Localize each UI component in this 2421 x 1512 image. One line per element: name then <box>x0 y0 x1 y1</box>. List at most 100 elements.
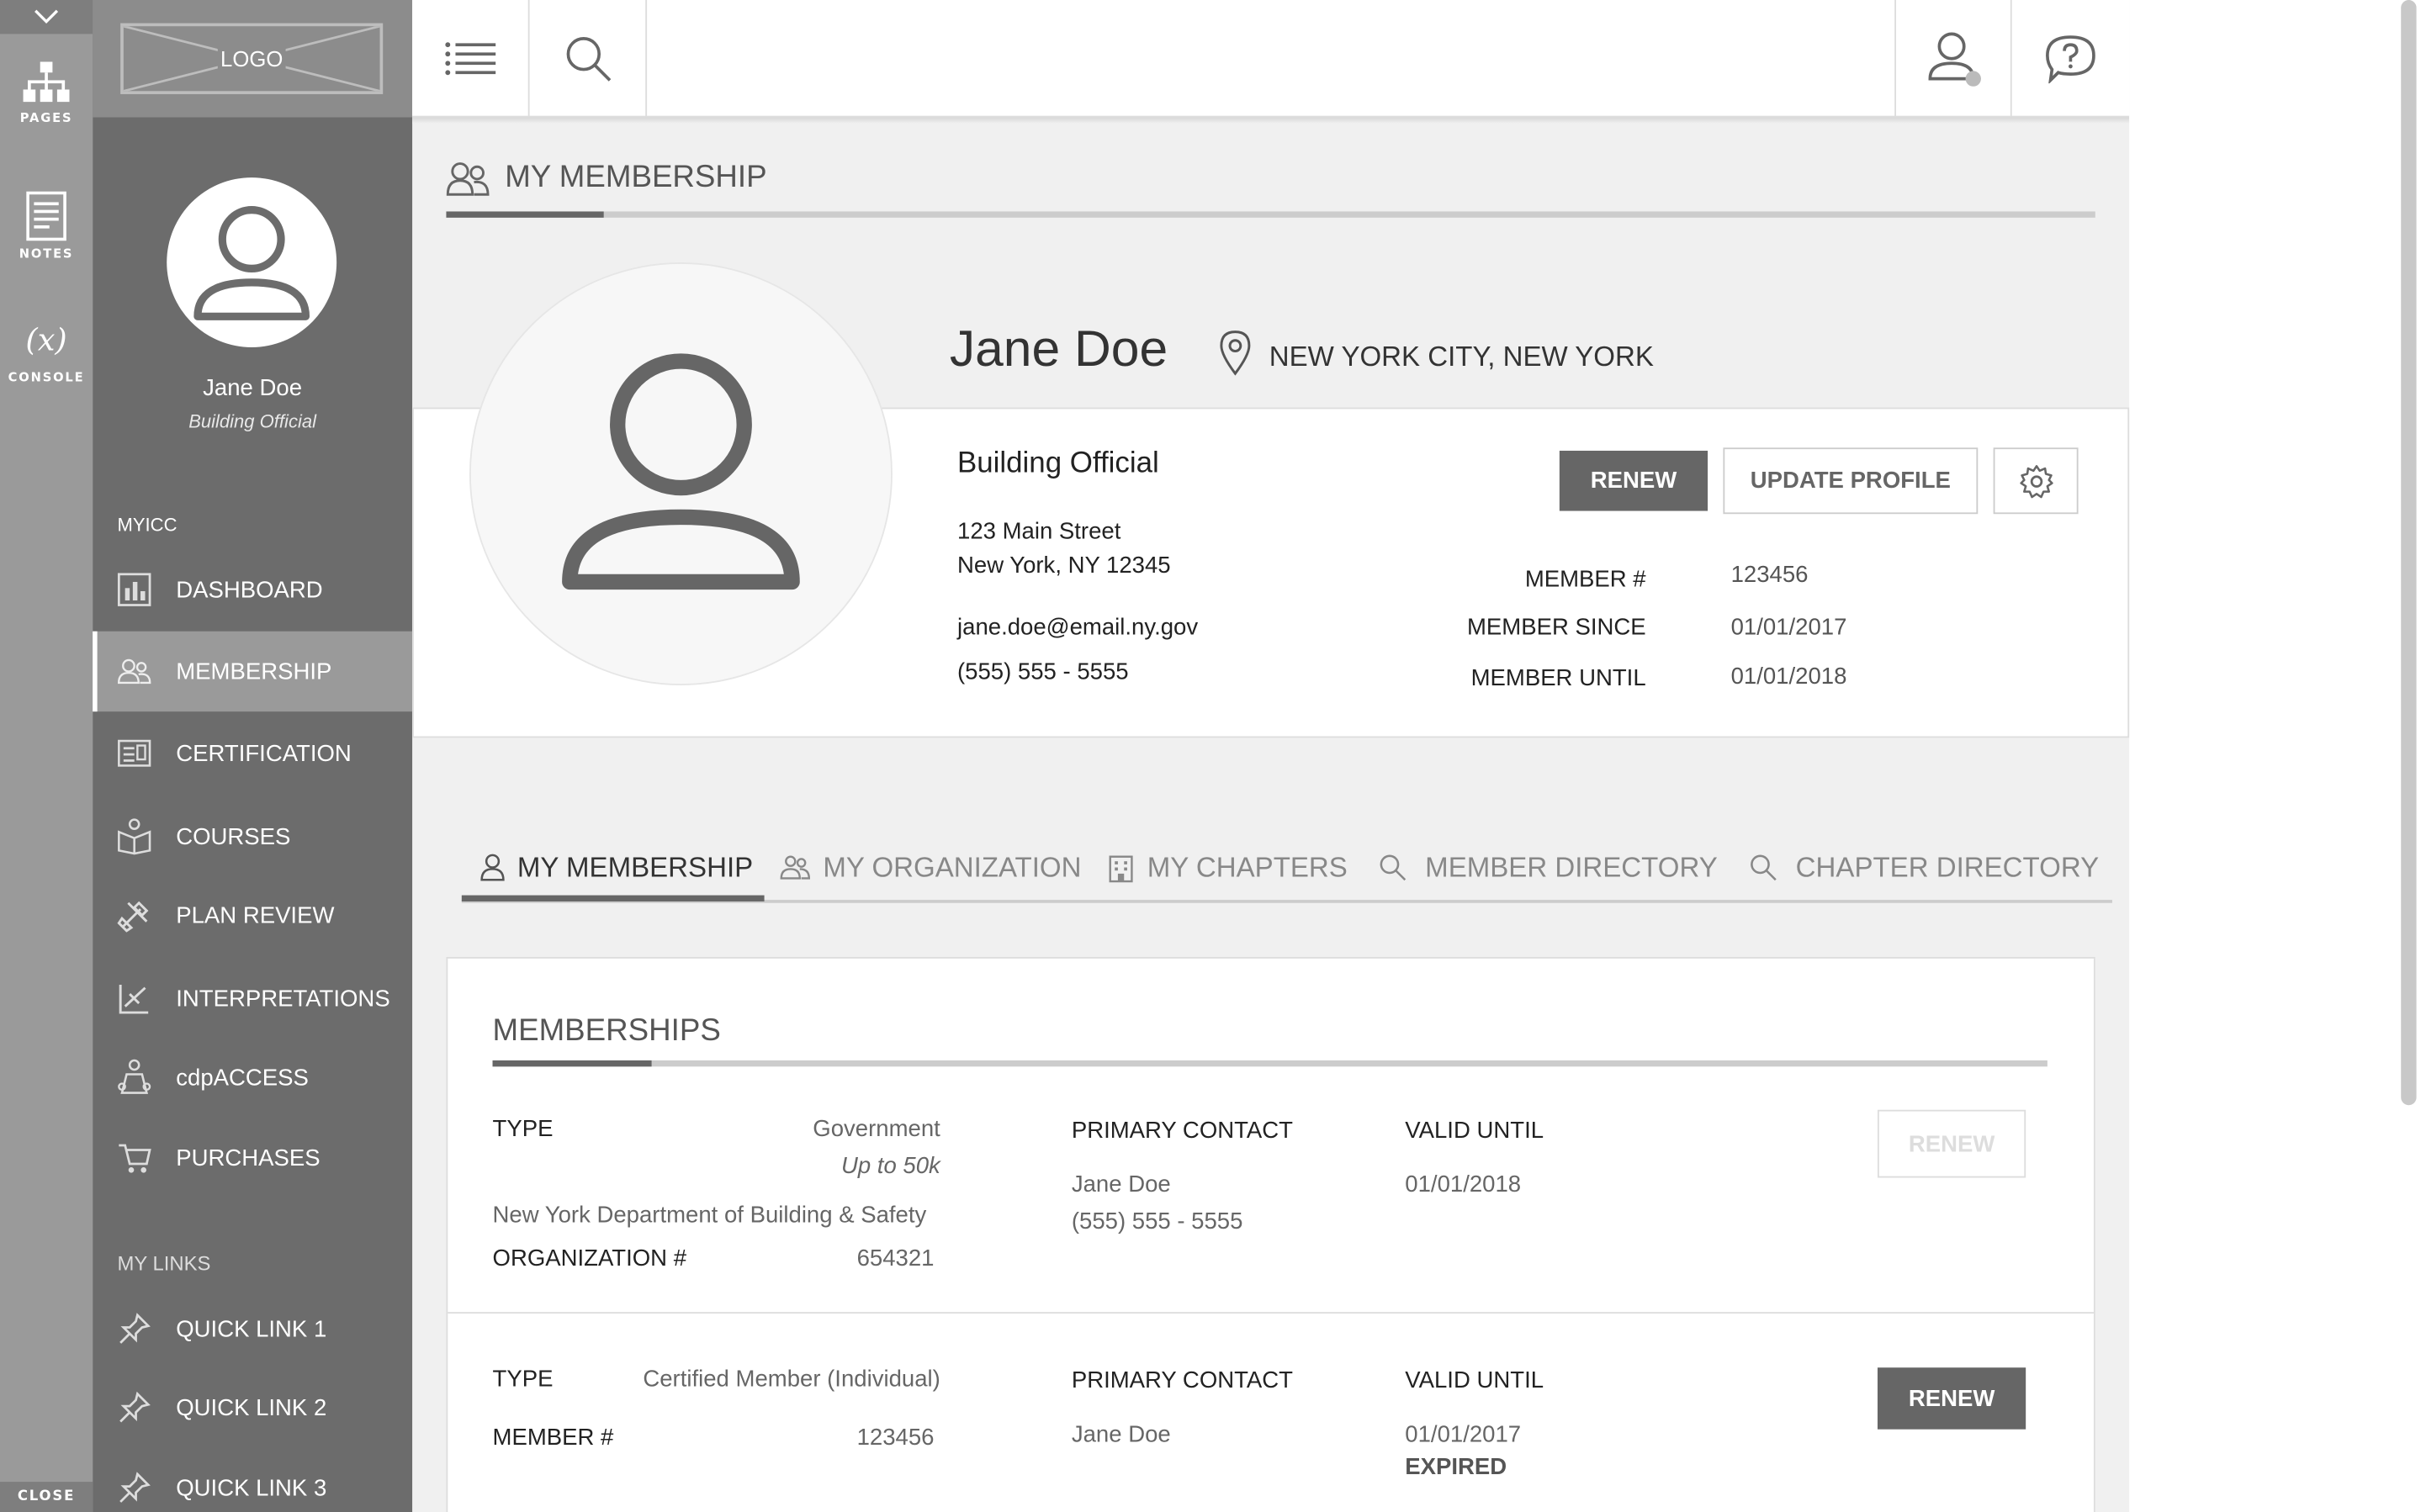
group-icon <box>780 855 811 880</box>
sidebar-item-dashboard[interactable]: DASHBOARD <box>93 549 412 629</box>
pin-icon <box>117 1391 151 1425</box>
sidebar-item-label: PLAN REVIEW <box>176 901 335 929</box>
type-label: TYPE <box>492 1366 554 1393</box>
tab-label: MY MEMBERSHIP <box>517 851 754 882</box>
interpretations-icon <box>117 981 151 1015</box>
gear-icon <box>2019 464 2053 498</box>
notes-tool[interactable]: NOTES <box>0 191 93 262</box>
sidebar-item-cdpaccess[interactable]: cdpACCESS <box>93 1037 412 1117</box>
scrollbar[interactable] <box>2401 0 2417 1106</box>
profile-name: Jane Doe <box>949 319 1168 377</box>
page-title-underline <box>446 211 2095 218</box>
page-header: MY MEMBERSHIP <box>446 161 2095 196</box>
sitemap-icon <box>23 61 70 103</box>
sidebar-item-courses[interactable]: COURSES <box>93 796 412 876</box>
cart-icon <box>117 1140 151 1174</box>
list-menu-icon <box>445 42 496 76</box>
sidebar-avatar[interactable] <box>167 177 337 347</box>
notes-label: NOTES <box>19 246 74 262</box>
nav-section-myicc: MYICC <box>117 514 177 536</box>
update-profile-button[interactable]: UPDATE PROFILE <box>1723 447 1979 515</box>
memberships-title-underline <box>492 1060 2048 1067</box>
member-since-label: MEMBER SINCE <box>1466 614 1646 641</box>
pin-icon <box>117 1312 151 1345</box>
courses-icon <box>117 818 151 855</box>
sidebar-item-label: QUICK LINK 1 <box>176 1315 327 1342</box>
renew-button[interactable]: RENEW <box>1877 1367 2026 1430</box>
renew-button[interactable]: RENEW <box>1559 450 1708 511</box>
type-value: Certified Member (Individual) <box>643 1366 940 1393</box>
organization-number-label: ORGANIZATION # <box>492 1245 687 1272</box>
sidebar-user-name: Jane Doe <box>203 375 303 402</box>
chevron-down-icon <box>34 9 59 24</box>
profile-title: Building Official <box>957 447 1159 480</box>
type-value: Government <box>813 1116 940 1143</box>
search-button[interactable] <box>530 0 647 117</box>
sidebar-user-role: Building Official <box>188 410 317 432</box>
type-subvalue: Up to 50k <box>840 1153 940 1180</box>
renew-button-disabled[interactable]: RENEW <box>1877 1109 2026 1178</box>
sidebar-item-label: DASHBOARD <box>176 576 323 603</box>
sidebar-item-label: INTERPRETATIONS <box>176 985 390 1012</box>
address-line-2: New York, NY 12345 <box>957 552 1171 579</box>
topbar-shadow <box>412 117 2130 124</box>
member-until-value: 01/01/2018 <box>1730 663 1847 690</box>
page-title: MY MEMBERSHIP <box>505 160 767 195</box>
membership-icon <box>117 654 151 688</box>
logo-text: LOGO <box>217 46 286 71</box>
member-number-value: 123456 <box>1730 562 1809 589</box>
dashboard-icon <box>117 573 151 606</box>
user-icon <box>1928 32 1981 87</box>
sidebar-item-certification[interactable]: CERTIFICATION <box>93 713 412 793</box>
profile-location: NEW YORK CITY, NEW YORK <box>1220 330 1654 384</box>
sidebar-item-membership[interactable]: MEMBERSHIP <box>93 631 434 712</box>
valid-until-value: 01/01/2018 <box>1405 1171 1522 1198</box>
member-since-value: 01/01/2017 <box>1730 614 1847 641</box>
tab-my-organization[interactable]: MY ORGANIZATION <box>780 833 1081 901</box>
toolbar-divider <box>645 0 648 118</box>
sidebar-item-purchases[interactable]: PURCHASES <box>93 1118 412 1197</box>
console-tool[interactable]: (x) CONSOLE <box>0 321 93 384</box>
tab-member-directory[interactable]: MEMBER DIRECTORY <box>1379 833 1718 901</box>
member-number-label: MEMBER # <box>492 1425 614 1451</box>
sidebar-item-label: CERTIFICATION <box>176 740 352 767</box>
close-button[interactable]: CLOSE <box>0 1482 93 1512</box>
collapse-button[interactable] <box>0 0 93 34</box>
sidebar-item-label: cdpACCESS <box>176 1064 309 1091</box>
tab-bar: MY MEMBERSHIP MY ORGANIZATION MY CHAPTER… <box>461 833 2112 901</box>
primary-contact-label: PRIMARY CONTACT <box>1071 1367 1293 1394</box>
type-label: TYPE <box>492 1116 554 1143</box>
profile-phone: (555) 555 - 5555 <box>957 658 1129 685</box>
memberships-title: MEMBERSHIPS <box>492 1013 721 1049</box>
logo[interactable]: LOGO <box>120 23 384 94</box>
nav-section-my-links: MY LINKS <box>117 1251 211 1276</box>
profile-location-text: NEW YORK CITY, NEW YORK <box>1269 341 1654 373</box>
organization-name: New York Department of Building & Safety <box>492 1202 927 1229</box>
help-button[interactable] <box>2012 0 2129 117</box>
sidebar-item-label: PURCHASES <box>176 1145 321 1171</box>
member-number-label: MEMBER # <box>1524 566 1646 593</box>
pages-tool[interactable]: PAGES <box>0 61 93 125</box>
tab-chapter-directory[interactable]: CHAPTER DIRECTORY <box>1750 833 2099 901</box>
tab-my-chapters[interactable]: MY CHAPTERS <box>1107 833 1348 901</box>
profile-email: jane.doe@email.ny.gov <box>957 614 1199 641</box>
tab-my-membership[interactable]: MY MEMBERSHIP <box>461 833 765 901</box>
notes-icon <box>26 191 66 241</box>
search-icon <box>1379 854 1407 881</box>
certification-icon <box>117 737 151 770</box>
tool-strip: PAGES NOTES (x) CONSOLE CLOSE <box>0 0 93 1512</box>
search-icon <box>566 37 612 82</box>
sidebar-quick-link-2[interactable]: QUICK LINK 2 <box>93 1367 412 1447</box>
menu-button[interactable] <box>412 0 529 117</box>
profile-avatar[interactable] <box>469 262 893 685</box>
sidebar-quick-link-1[interactable]: QUICK LINK 1 <box>93 1289 412 1369</box>
user-account-button[interactable] <box>1896 0 2013 117</box>
tab-label: MEMBER DIRECTORY <box>1425 851 1718 882</box>
console-label: CONSOLE <box>8 370 85 385</box>
user-avatar-icon <box>193 206 310 320</box>
settings-button[interactable] <box>1993 447 2079 515</box>
sidebar-quick-link-3[interactable]: QUICK LINK 3 <box>93 1448 412 1512</box>
sidebar-item-plan-review[interactable]: PLAN REVIEW <box>93 875 412 955</box>
sidebar-item-interpretations[interactable]: INTERPRETATIONS <box>93 959 412 1039</box>
address-line-1: 123 Main Street <box>957 518 1121 545</box>
